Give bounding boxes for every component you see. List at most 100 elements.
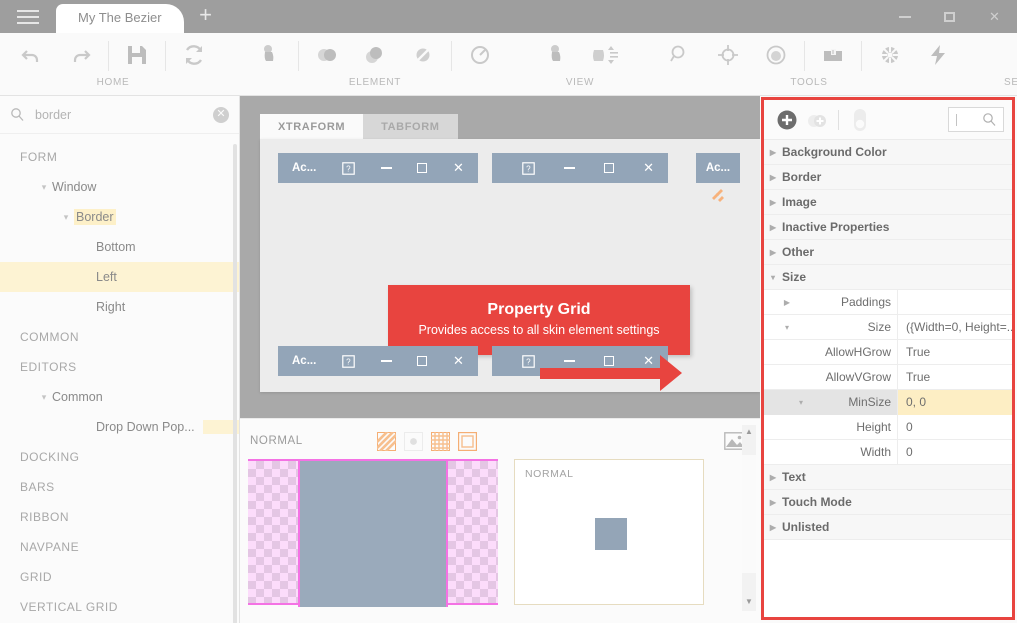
tab-xtraform[interactable]: XTRAFORM xyxy=(260,114,364,139)
disable-icon[interactable] xyxy=(401,35,445,75)
tree-category[interactable]: GRID xyxy=(0,562,239,592)
scroll-down-icon[interactable]: ▼ xyxy=(742,595,756,609)
maximize-button[interactable] xyxy=(927,0,972,33)
palette-icon[interactable] xyxy=(868,35,912,75)
form-caption-bar[interactable]: Ac... ? ✕ xyxy=(278,346,478,376)
duplicate-icon[interactable] xyxy=(353,35,397,75)
tree-category[interactable]: BARS xyxy=(0,472,239,502)
tree-category[interactable]: NAVPANE xyxy=(0,532,239,562)
toggle-icon[interactable] xyxy=(845,105,875,135)
property-search-input[interactable] xyxy=(948,107,1004,132)
left-scrollbar[interactable] xyxy=(233,144,237,623)
property-category-row[interactable]: ▶ Other xyxy=(764,240,1012,265)
property-row[interactable]: Width 0 xyxy=(764,439,1012,465)
property-value-cell[interactable]: 0, 0 xyxy=(898,389,1012,415)
property-value-cell[interactable]: 0 xyxy=(898,415,1012,440)
toolbox-icon[interactable] xyxy=(811,35,855,75)
form-maximize-icon[interactable] xyxy=(417,356,428,366)
form-maximize-icon[interactable] xyxy=(604,163,615,173)
tree-category[interactable]: RIBBON xyxy=(0,502,239,532)
property-value-cell[interactable]: ({Width=0, Height=... xyxy=(898,315,1012,340)
property-value-cell[interactable]: True xyxy=(898,365,1012,390)
property-row[interactable]: AllowHGrow True xyxy=(764,339,1012,365)
dot-icon[interactable] xyxy=(403,431,423,451)
save-icon[interactable] xyxy=(115,35,159,75)
expander-closed-icon[interactable]: ▶ xyxy=(764,223,782,232)
refresh-icon[interactable] xyxy=(172,35,216,75)
minimize-button[interactable] xyxy=(882,0,927,33)
add-group-icon[interactable] xyxy=(802,105,832,135)
form-maximize-icon[interactable] xyxy=(604,356,615,366)
redo-icon[interactable] xyxy=(58,35,102,75)
property-category-row[interactable]: ▶ Unlisted xyxy=(764,515,1012,540)
tree-item[interactable]: ▾ Common xyxy=(0,382,239,412)
hand-icon[interactable] xyxy=(534,35,578,75)
grid-icon[interactable] xyxy=(430,431,450,451)
document-tab[interactable]: My The Bezier xyxy=(56,4,184,33)
expander-open-icon[interactable]: ▾ xyxy=(778,323,796,332)
bolt-icon[interactable] xyxy=(916,35,960,75)
tree-item[interactable]: Left xyxy=(0,262,239,292)
expander-open-icon[interactable]: ▾ xyxy=(792,398,810,407)
form-maximize-icon[interactable] xyxy=(417,163,428,173)
property-category-row[interactable]: ▶ Image xyxy=(764,190,1012,215)
hatch-icon[interactable] xyxy=(376,431,396,451)
property-row[interactable]: Height 0 xyxy=(764,414,1012,440)
property-category-row[interactable]: ▶ Touch Mode xyxy=(764,490,1012,515)
property-row[interactable]: ▾ Size ({Width=0, Height=... xyxy=(764,314,1012,340)
zoom-icon[interactable] xyxy=(658,35,702,75)
form-caption-bar[interactable]: Ac... ? ✕ xyxy=(278,153,478,183)
merge-icon[interactable] xyxy=(305,35,349,75)
tree-item[interactable]: ▾ Border xyxy=(0,202,239,232)
expander-closed-icon[interactable]: ▶ xyxy=(764,148,782,157)
clock-icon[interactable] xyxy=(458,35,502,75)
property-category-row[interactable]: ▶ Background Color xyxy=(764,140,1012,165)
scroll-thumb[interactable] xyxy=(742,455,756,573)
target-icon[interactable] xyxy=(706,35,750,75)
tree-category[interactable]: DOCKING xyxy=(0,442,239,472)
property-category-row[interactable]: ▾ Size xyxy=(764,265,1012,290)
circle-icon[interactable] xyxy=(754,35,798,75)
form-minimize-icon[interactable] xyxy=(380,360,392,362)
help-icon[interactable]: ? xyxy=(342,161,355,175)
form-close-icon[interactable]: ✕ xyxy=(453,160,464,176)
expander-closed-icon[interactable]: ▶ xyxy=(764,498,782,507)
property-value-cell[interactable] xyxy=(898,290,1012,315)
form-minimize-icon[interactable] xyxy=(380,167,392,169)
scroll-icon[interactable] xyxy=(582,35,626,75)
expander-closed-icon[interactable]: ▶ xyxy=(764,523,782,532)
property-value-cell[interactable]: True xyxy=(898,340,1012,365)
menu-icon[interactable] xyxy=(0,0,56,33)
property-row[interactable]: ▾ MinSize 0, 0 xyxy=(764,389,1012,415)
tab-tabform[interactable]: TABFORM xyxy=(363,114,458,139)
form-close-icon[interactable]: ✕ xyxy=(453,353,464,369)
new-tab-button[interactable]: + xyxy=(184,0,228,33)
form-close-icon[interactable]: ✕ xyxy=(643,160,654,176)
property-category-row[interactable]: ▶ Border xyxy=(764,165,1012,190)
tree-item[interactable]: Bottom xyxy=(0,232,239,262)
expander-closed-icon[interactable]: ▶ xyxy=(764,473,782,482)
chevron-down-icon[interactable] xyxy=(1010,35,1017,75)
property-value-cell[interactable]: 0 xyxy=(898,440,1012,465)
expander-closed-icon[interactable]: ▶ xyxy=(778,298,796,307)
expander-closed-icon[interactable]: ▶ xyxy=(764,248,782,257)
tree-category[interactable]: COMMON xyxy=(0,322,239,352)
form-close-icon[interactable]: ✕ xyxy=(643,353,654,369)
tree-item[interactable]: Right xyxy=(0,292,239,322)
property-category-row[interactable]: ▶ Inactive Properties xyxy=(764,215,1012,240)
help-icon[interactable]: ? xyxy=(522,161,535,175)
form-minimize-icon[interactable] xyxy=(564,167,576,169)
help-icon[interactable]: ? xyxy=(522,354,535,368)
tree-category[interactable]: EDITORS xyxy=(0,352,239,382)
expander-open-icon[interactable]: ▾ xyxy=(36,182,52,193)
expander-closed-icon[interactable]: ▶ xyxy=(764,173,782,182)
undo-icon[interactable] xyxy=(10,35,54,75)
form-minimize-icon[interactable] xyxy=(564,360,576,362)
expander-open-icon[interactable]: ▾ xyxy=(36,392,52,403)
tree-category[interactable]: FORM xyxy=(0,142,239,172)
add-icon[interactable] xyxy=(772,105,802,135)
expander-open-icon[interactable]: ▾ xyxy=(764,273,782,282)
frame-icon[interactable] xyxy=(457,431,477,451)
form-caption-bar-secondary[interactable]: ? ✕ xyxy=(492,153,668,183)
search-input[interactable]: border xyxy=(35,108,213,122)
